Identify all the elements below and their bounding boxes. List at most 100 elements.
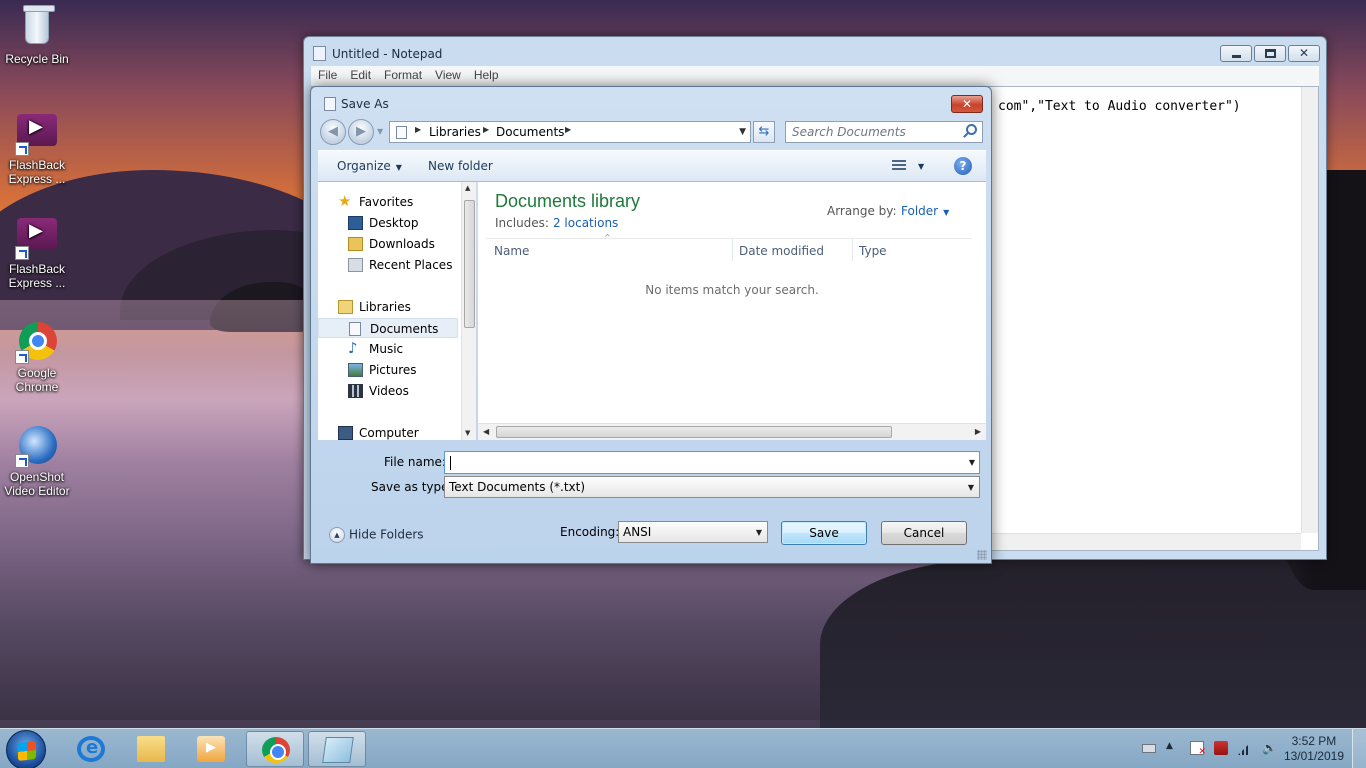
breadcrumb-arrow-icon: ▶ bbox=[565, 125, 572, 134]
chrome-icon bbox=[15, 320, 59, 364]
nav-item-downloads[interactable]: Downloads bbox=[318, 234, 458, 254]
recycle-bin-icon bbox=[15, 5, 59, 50]
resize-grip-icon[interactable] bbox=[977, 550, 987, 560]
encoding-label: Encoding: bbox=[560, 525, 620, 539]
close-button[interactable]: ✕ bbox=[1288, 45, 1320, 62]
recent-locations-dropdown[interactable]: ▼ bbox=[377, 127, 383, 136]
column-name[interactable]: Name bbox=[494, 244, 529, 258]
nav-item-desktop[interactable]: Desktop bbox=[318, 213, 458, 233]
save-as-type-select[interactable]: Text Documents (*.txt) ▼ bbox=[444, 476, 980, 498]
hide-folders-button[interactable]: ▲ Hide Folders bbox=[329, 527, 424, 543]
navigation-scrollbar[interactable]: ▲ ▼ bbox=[461, 182, 476, 440]
breadcrumb-documents[interactable]: Documents bbox=[496, 125, 564, 139]
documents-icon bbox=[349, 322, 361, 336]
taskbar-media-player[interactable] bbox=[182, 731, 240, 767]
view-options-icon[interactable] bbox=[892, 160, 906, 172]
desktop-icon-openshot[interactable]: OpenShot Video Editor bbox=[0, 424, 74, 498]
scroll-left-icon[interactable]: ◀ bbox=[483, 427, 489, 436]
arrange-by-dropdown[interactable]: Folder ▼ bbox=[901, 204, 949, 218]
scroll-down-icon[interactable]: ▼ bbox=[465, 429, 470, 437]
star-icon: ★ bbox=[338, 192, 352, 210]
close-icon: ✕ bbox=[961, 97, 973, 111]
file-list-area[interactable]: Documents library Includes: 2 locations A… bbox=[478, 182, 986, 440]
computer-icon bbox=[338, 426, 353, 440]
nav-item-computer[interactable]: Computer bbox=[318, 423, 458, 440]
command-toolbar: Organize ▼ New folder ▼ ? bbox=[318, 150, 986, 182]
scroll-thumb[interactable] bbox=[496, 426, 892, 438]
chevron-down-icon[interactable]: ▼ bbox=[969, 458, 975, 467]
keyboard-icon[interactable] bbox=[1142, 743, 1156, 753]
breadcrumb-arrow-icon: ▶ bbox=[415, 125, 422, 134]
scroll-right-icon[interactable]: ▶ bbox=[975, 427, 981, 436]
encoding-select[interactable]: ANSI ▼ bbox=[618, 521, 768, 543]
search-input[interactable]: Search Documents bbox=[785, 121, 983, 143]
menu-file[interactable]: File bbox=[311, 66, 343, 82]
desktop-icon-flashback-2[interactable]: FlashBack Express ... bbox=[0, 216, 74, 290]
address-bar[interactable]: ▶ Libraries ▶ Documents ▶ ▼ bbox=[389, 121, 751, 143]
scroll-thumb[interactable] bbox=[464, 200, 475, 328]
text-cursor bbox=[450, 456, 451, 470]
refresh-button[interactable]: ⇆ bbox=[753, 121, 775, 143]
music-icon: ♪ bbox=[348, 339, 358, 357]
chevron-down-icon: ▼ bbox=[395, 163, 402, 172]
volume-icon[interactable]: 🔈 bbox=[1262, 741, 1277, 755]
maximize-button[interactable] bbox=[1254, 45, 1286, 62]
flashback-icon bbox=[15, 112, 59, 156]
show-desktop-button[interactable] bbox=[1352, 729, 1366, 768]
breadcrumb-libraries[interactable]: Libraries bbox=[429, 125, 481, 139]
nav-item-pictures[interactable]: Pictures bbox=[318, 360, 458, 380]
taskbar-internet-explorer[interactable] bbox=[62, 731, 120, 767]
videos-icon bbox=[348, 384, 363, 398]
menu-help[interactable]: Help bbox=[467, 66, 505, 82]
minimize-button[interactable] bbox=[1220, 45, 1252, 62]
menu-edit[interactable]: Edit bbox=[343, 66, 377, 82]
dialog-close-button[interactable]: ✕ bbox=[951, 95, 983, 113]
taskbar-notepad[interactable] bbox=[308, 731, 366, 767]
vertical-scrollbar[interactable] bbox=[1301, 87, 1318, 533]
menu-view[interactable]: View bbox=[428, 66, 467, 82]
scroll-up-icon[interactable]: ▲ bbox=[465, 184, 470, 192]
view-options-dropdown[interactable]: ▼ bbox=[918, 162, 924, 171]
chrome-icon bbox=[262, 737, 290, 763]
start-button[interactable] bbox=[6, 730, 46, 768]
show-hidden-icons-icon[interactable]: ▲ bbox=[1166, 741, 1180, 755]
search-icon[interactable] bbox=[966, 124, 977, 135]
chevron-down-icon[interactable]: ▼ bbox=[739, 127, 746, 137]
nav-item-favorites[interactable]: ★ Favorites bbox=[318, 192, 458, 212]
system-clock[interactable]: 3:52 PM 13/01/2019 bbox=[1284, 734, 1344, 764]
nav-item-videos[interactable]: Videos bbox=[318, 381, 458, 401]
file-list-horizontal-scrollbar[interactable]: ◀ ▶ bbox=[478, 423, 986, 440]
signal-icon[interactable] bbox=[1238, 741, 1252, 755]
back-arrow-icon: ◀ bbox=[328, 124, 338, 139]
nav-item-music[interactable]: ♪ Music bbox=[318, 339, 458, 359]
nav-item-recent-places[interactable]: Recent Places bbox=[318, 255, 458, 275]
back-button[interactable]: ◀ bbox=[320, 119, 346, 145]
downloads-folder-icon bbox=[348, 237, 363, 251]
file-name-input[interactable]: ▼ bbox=[444, 451, 980, 474]
forward-button[interactable]: ▶ bbox=[348, 119, 374, 145]
notepad-icon bbox=[313, 46, 326, 61]
taskbar-chrome[interactable] bbox=[246, 731, 304, 767]
file-name-label: File name: bbox=[384, 455, 446, 469]
library-includes: Includes: 2 locations bbox=[495, 216, 619, 230]
nav-item-documents[interactable]: Documents bbox=[318, 318, 458, 338]
cancel-button[interactable]: Cancel bbox=[881, 521, 967, 545]
desktop-icon-label: Recycle Bin bbox=[5, 52, 69, 66]
column-type[interactable]: Type bbox=[859, 244, 887, 258]
new-folder-button[interactable]: New folder bbox=[428, 159, 493, 173]
locations-link[interactable]: 2 locations bbox=[553, 216, 618, 230]
save-button[interactable]: Save bbox=[781, 521, 867, 545]
action-center-icon[interactable]: ✕ bbox=[1190, 741, 1206, 757]
organize-button[interactable]: Organize ▼ bbox=[337, 159, 402, 173]
desktop-icon-recycle-bin[interactable]: Recycle Bin bbox=[0, 5, 74, 66]
taskbar-file-explorer[interactable] bbox=[122, 731, 180, 767]
desktop-icon-label: Google Chrome bbox=[15, 366, 59, 394]
column-header: ^ Name Date modified Type bbox=[486, 233, 972, 261]
menu-format[interactable]: Format bbox=[377, 66, 428, 82]
nav-item-libraries[interactable]: Libraries bbox=[318, 297, 458, 317]
help-icon[interactable]: ? bbox=[954, 157, 972, 175]
desktop-icon-flashback-1[interactable]: FlashBack Express ... bbox=[0, 112, 74, 186]
network-icon[interactable] bbox=[1214, 741, 1228, 755]
column-date-modified[interactable]: Date modified bbox=[739, 244, 824, 258]
desktop-icon-google-chrome[interactable]: Google Chrome bbox=[0, 320, 74, 394]
